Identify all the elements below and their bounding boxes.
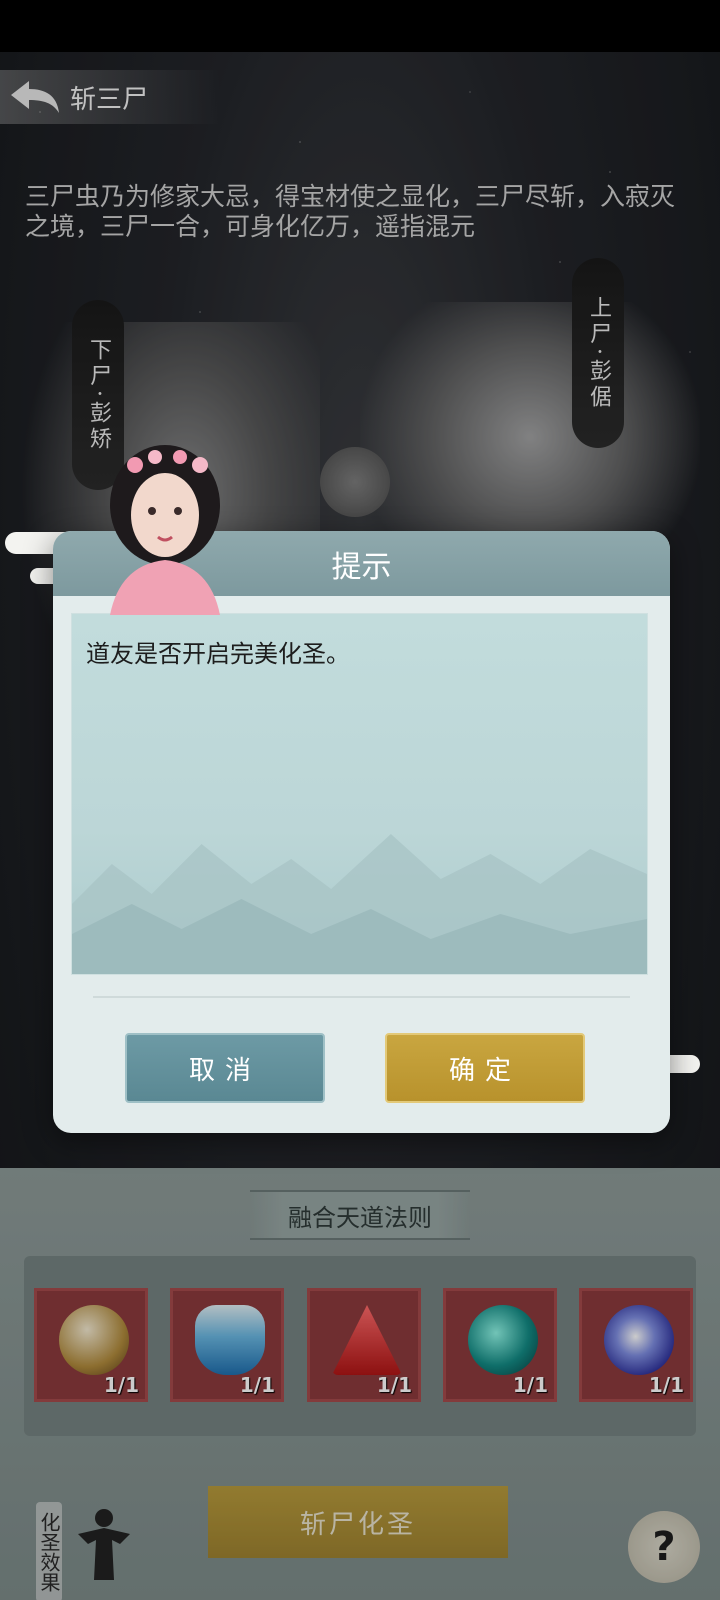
status-bar <box>0 0 720 52</box>
dialog-message: 道友是否开启完美化圣。 <box>86 640 350 668</box>
confirm-dialog: 提示 道友是否开启完美化圣。 取消 确定 <box>53 531 670 1133</box>
dialog-title: 提示 <box>331 549 392 585</box>
confirm-button[interactable]: 确定 <box>385 1033 585 1103</box>
mountain-decoration <box>72 834 647 974</box>
npc-avatar <box>110 445 220 615</box>
dialog-body: 道友是否开启完美化圣。 <box>71 613 648 975</box>
cancel-button[interactable]: 取消 <box>125 1033 325 1103</box>
dialog-divider <box>93 996 630 998</box>
